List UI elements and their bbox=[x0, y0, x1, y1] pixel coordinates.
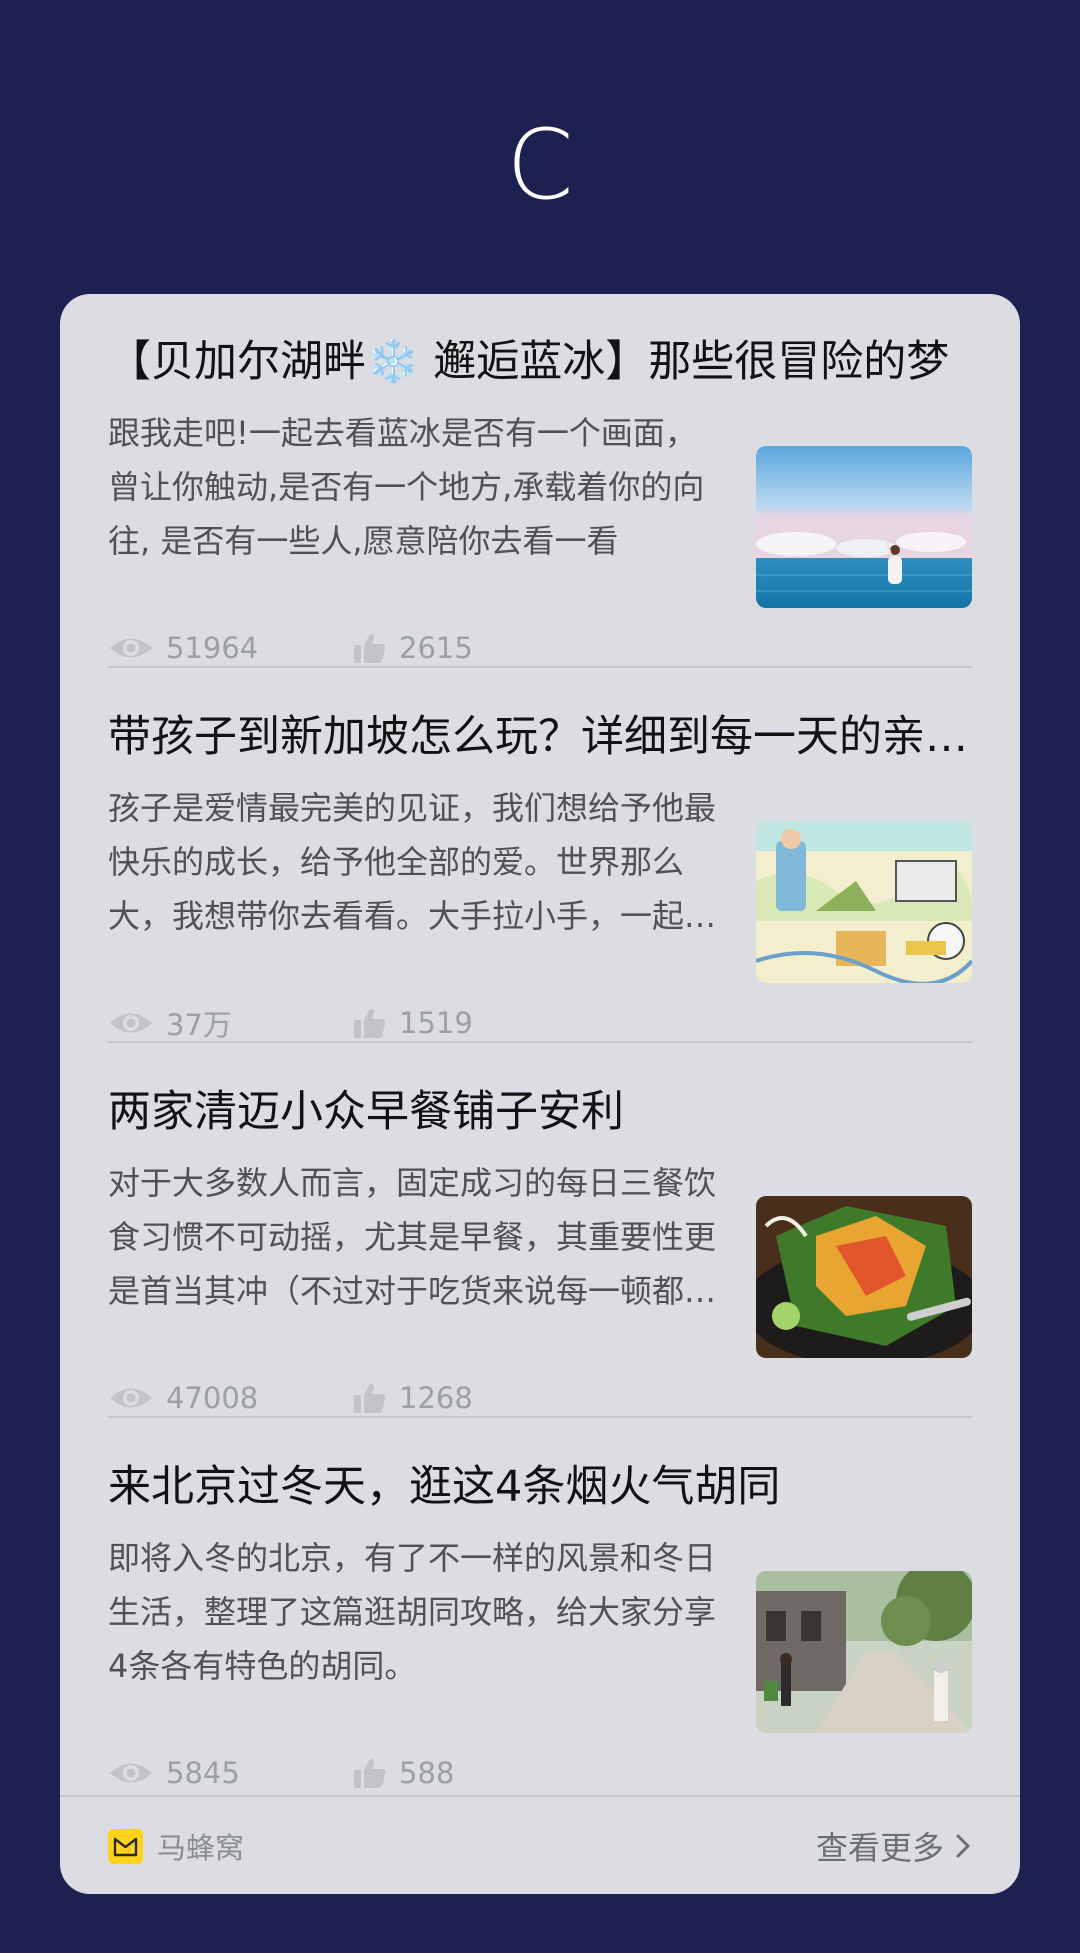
article-stats: 5845 588 bbox=[108, 1753, 708, 1793]
likes-stat: 2615 bbox=[353, 628, 473, 668]
article-stats: 51964 2615 bbox=[108, 628, 708, 668]
article-title[interactable]: 来北京过冬天，逛这4条烟火气胡同 bbox=[108, 1457, 972, 1517]
article-stats: 47008 1268 bbox=[108, 1378, 708, 1418]
brand-name: 马蜂窝 bbox=[157, 1831, 245, 1865]
article-summary: 跟我走吧!一起去看蓝冰是否有一个画面，曾让你触动,是否有一个地方,承载着你的向往… bbox=[108, 414, 705, 560]
eye-icon bbox=[110, 1013, 152, 1033]
divider bbox=[108, 1416, 972, 1418]
mafengwo-logo-icon bbox=[108, 1828, 143, 1864]
article-thumbnail[interactable] bbox=[756, 1571, 972, 1733]
likes-count: 588 bbox=[399, 1756, 455, 1790]
article-thumbnail[interactable] bbox=[756, 446, 972, 608]
article-summary: 孩子是爱情最完美的见证，我们想给予他最快乐的成长，给予他全部的爱。世界那么大，我… bbox=[108, 789, 717, 935]
footer-divider bbox=[60, 1795, 1020, 1797]
thumbs-up-icon bbox=[354, 1758, 386, 1788]
article-summary: 对于大多数人而言，固定成习的每日三餐饮食习惯不可动摇，尤其是早餐，其重要性更是首… bbox=[108, 1164, 717, 1310]
article-thumbnail[interactable] bbox=[756, 1196, 972, 1358]
views-count: 51964 bbox=[166, 631, 259, 665]
divider bbox=[108, 666, 972, 668]
card-footer: 马蜂窝 查看更多 bbox=[108, 1804, 972, 1890]
article-stats: 37万 1519 bbox=[108, 1003, 708, 1043]
likes-count: 2615 bbox=[399, 631, 473, 665]
thumbs-up-icon bbox=[354, 1383, 386, 1413]
likes-count: 1268 bbox=[399, 1381, 473, 1415]
views-stat: 51964 bbox=[108, 628, 258, 668]
divider bbox=[108, 1041, 972, 1043]
app-logo: C bbox=[506, 109, 574, 221]
views-stat: 47008 bbox=[108, 1378, 258, 1418]
likes-count: 1519 bbox=[399, 1006, 473, 1040]
article-title[interactable]: 带孩子到新加坡怎么玩？详细到每一天的亲子游攻略 bbox=[108, 707, 972, 767]
articles-card: 【贝加尔湖畔❄️ 邂逅蓝冰】那些很冒险的梦 跟我走吧!一起去看蓝冰是否有一个画面… bbox=[60, 294, 1020, 1894]
view-more-link[interactable]: 查看更多 bbox=[815, 1826, 972, 1867]
likes-stat: 1268 bbox=[353, 1378, 473, 1418]
article-thumbnail[interactable] bbox=[756, 821, 972, 983]
article-title[interactable]: 两家清迈小众早餐铺子安利 bbox=[108, 1082, 972, 1142]
thumbs-up-icon bbox=[354, 1008, 386, 1038]
article-title[interactable]: 【贝加尔湖畔❄️ 邂逅蓝冰】那些很冒险的梦 bbox=[108, 332, 972, 392]
views-count: 37万 bbox=[166, 1008, 232, 1042]
eye-icon bbox=[110, 1388, 152, 1408]
chevron-right-icon bbox=[956, 1834, 970, 1858]
views-stat: 37万 bbox=[108, 1003, 232, 1043]
article-summary: 即将入冬的北京，有了不一样的风景和冬日生活，整理了这篇逛胡同攻略，给大家分享4条… bbox=[108, 1539, 717, 1685]
thumbs-up-icon bbox=[354, 633, 386, 663]
views-count: 5845 bbox=[166, 1756, 240, 1790]
views-count: 47008 bbox=[166, 1381, 259, 1415]
view-more-label: 查看更多 bbox=[815, 1829, 944, 1867]
eye-icon bbox=[110, 1763, 152, 1783]
likes-stat: 588 bbox=[353, 1753, 454, 1793]
brand: 马蜂窝 bbox=[108, 1826, 244, 1866]
views-stat: 5845 bbox=[108, 1753, 240, 1793]
eye-icon bbox=[110, 638, 152, 658]
likes-stat: 1519 bbox=[353, 1003, 473, 1043]
